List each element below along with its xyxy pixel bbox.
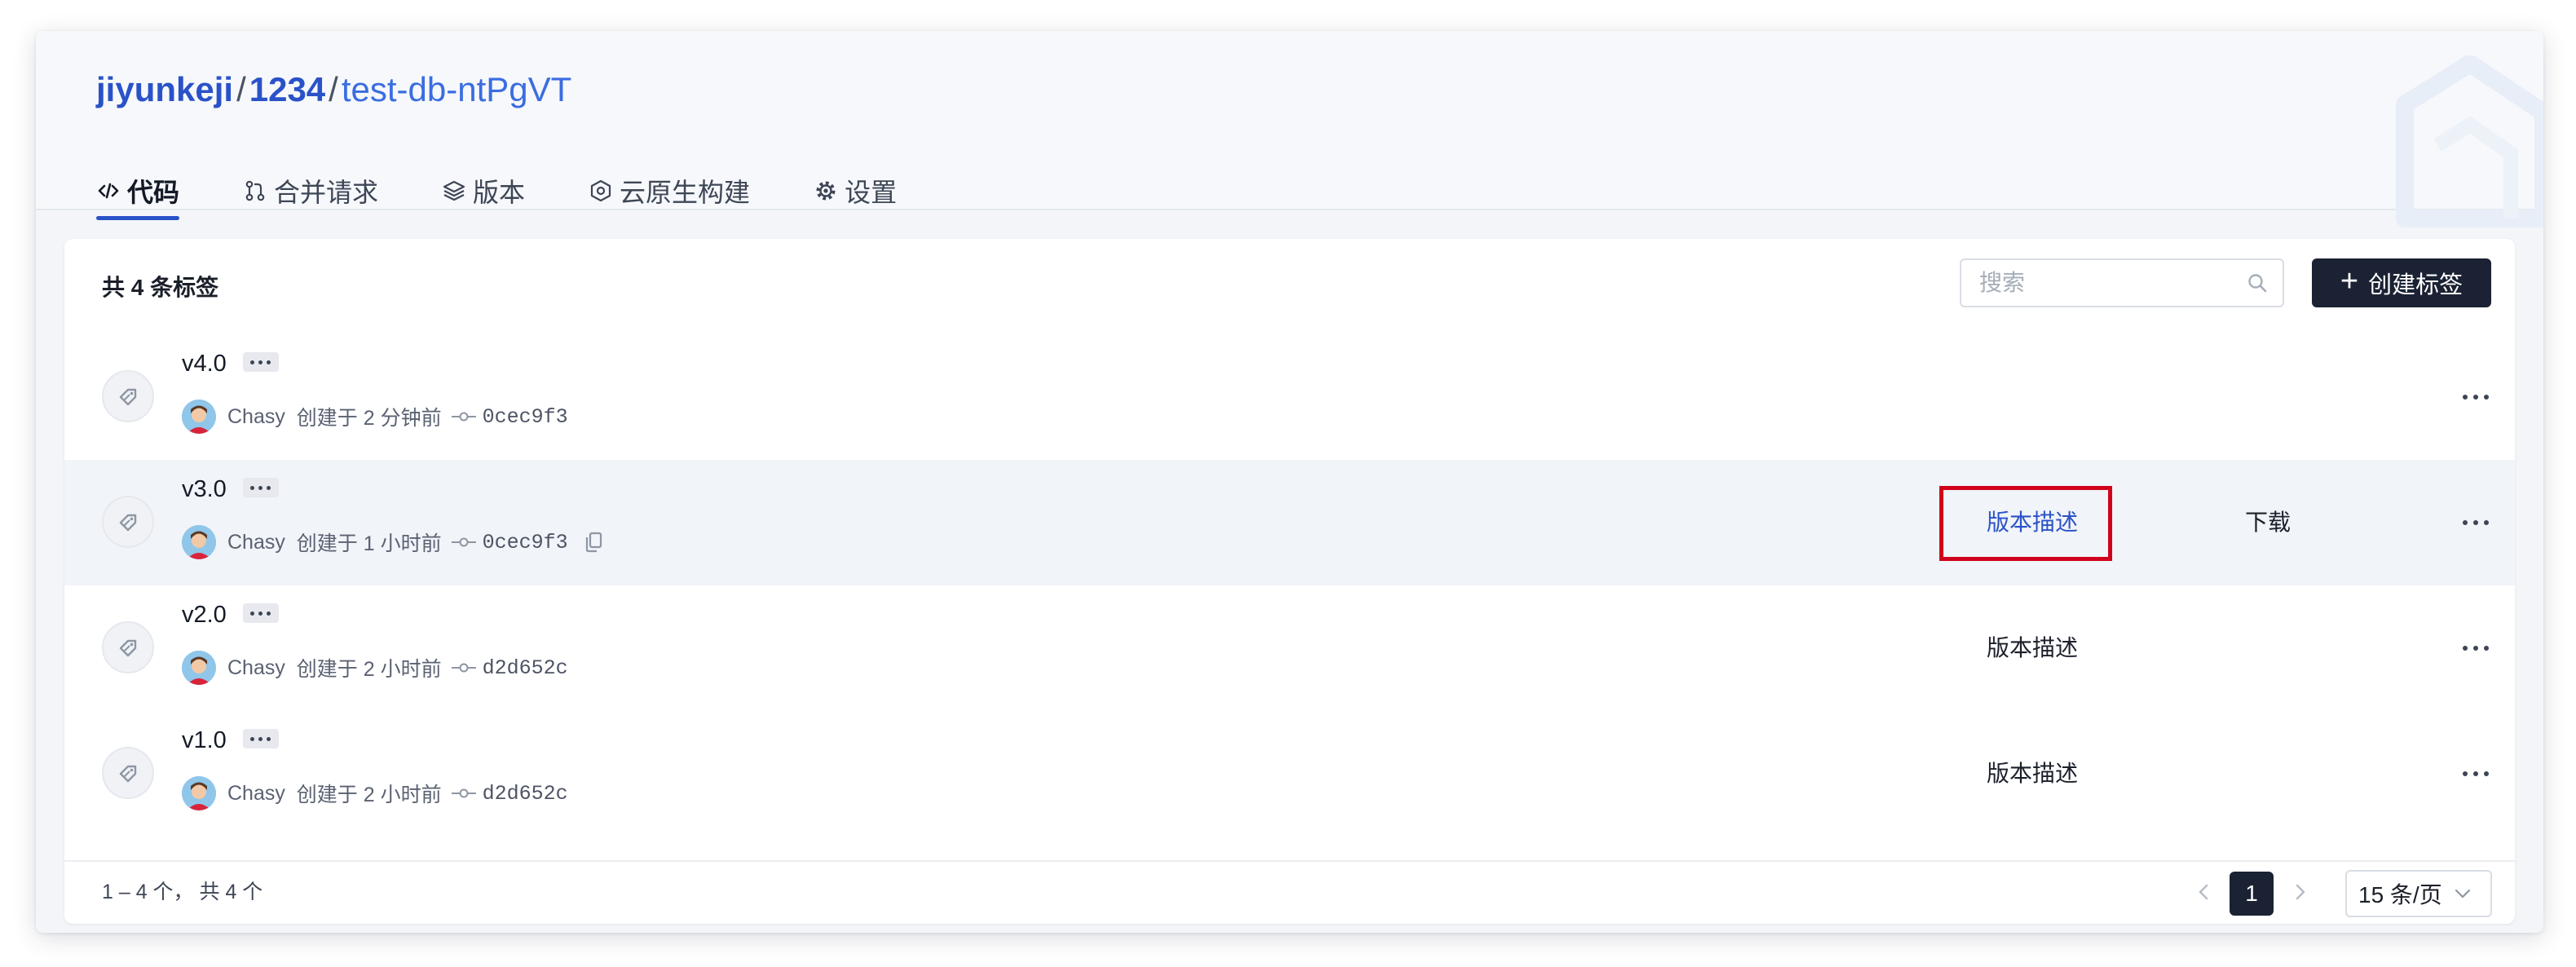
chevron-down-icon (2455, 889, 2470, 899)
chevron-left-icon[interactable] (2192, 880, 2217, 904)
breadcrumb-group-link[interactable]: 1234 (249, 70, 325, 108)
tag-row[interactable]: v3.0 Chasy 创建于 1 小时前 0cec9f3 版本描述 下载 (64, 460, 2515, 585)
author-name[interactable]: Chasy (227, 656, 285, 680)
commit-sha[interactable]: 0cec9f3 (483, 405, 568, 429)
author-name[interactable]: Chasy (227, 782, 285, 806)
commit-icon (451, 663, 476, 673)
tab-code[interactable]: 代码 (96, 171, 180, 220)
breadcrumb-separator: / (236, 70, 246, 108)
commit-sha[interactable]: d2d652c (483, 656, 568, 680)
tag-row[interactable]: v2.0 Chasy 创建于 2 小时前 d2d652c 版本描述 (64, 585, 2515, 711)
author-name[interactable]: Chasy (227, 531, 285, 554)
commit-icon (451, 788, 476, 798)
tag-name[interactable]: v1.0 (182, 724, 279, 757)
created-time: 创建于 1 小时前 (296, 532, 442, 555)
release-description-link[interactable]: 版本描述 (1987, 756, 2078, 792)
breadcrumb-owner-link[interactable]: jiyunkeji (96, 70, 233, 108)
code-icon (98, 183, 119, 199)
created-time: 创建于 2 小时前 (296, 784, 442, 806)
tag-meta: Chasy 创建于 2 分钟前 0cec9f3 (182, 400, 568, 434)
page-number-current[interactable]: 1 (2230, 872, 2274, 916)
pagination-bar: 1 – 4 个， 共 4 个 1 15 条/页 (64, 860, 2515, 924)
repo-header: jiyunkeji/1234/test-db-ntPgVT 代码 合并请求 版本… (36, 31, 2543, 227)
plus-icon: + (2340, 264, 2359, 298)
tag-icon-wrapper (102, 621, 154, 673)
commit-sha[interactable]: 0cec9f3 (483, 531, 568, 554)
layers-icon (443, 180, 465, 201)
tag-name-text: v4.0 (182, 351, 227, 377)
tag-name-text: v2.0 (182, 602, 227, 628)
create-tag-label: 创建标签 (2368, 272, 2464, 298)
more-actions-icon[interactable] (2459, 384, 2492, 408)
tag-icon-wrapper (102, 747, 154, 799)
tag-icon (119, 765, 137, 783)
tag-icon (119, 514, 137, 532)
breadcrumb-separator: / (329, 70, 338, 108)
tag-name[interactable]: v3.0 (182, 473, 279, 506)
tag-meta: Chasy 创建于 2 小时前 d2d652c (182, 776, 568, 810)
tag-row[interactable]: v1.0 Chasy 创建于 2 小时前 d2d652c 版本描述 (64, 711, 2515, 837)
tab-releases-label: 版本 (473, 178, 526, 207)
decorative-logo-icon (2396, 55, 2543, 227)
tab-merge-requests[interactable]: 合并请求 (243, 171, 378, 210)
pagination-range: 1 – 4 个， 共 4 个 (102, 881, 263, 903)
tag-name[interactable]: v4.0 (182, 347, 279, 380)
tag-name-text: v1.0 (182, 727, 227, 753)
page-size-value: 15 条/页 (2358, 882, 2442, 907)
tag-icon-wrapper (102, 496, 154, 548)
search-box (1960, 258, 2284, 307)
tag-icon (119, 639, 137, 657)
avatar (182, 651, 216, 685)
tag-message-toggle[interactable] (242, 352, 279, 373)
download-link[interactable]: 下载 (2245, 505, 2291, 541)
tag-message-toggle[interactable] (242, 603, 279, 624)
chevron-right-icon[interactable] (2287, 880, 2312, 904)
tab-cloud-native-build[interactable]: 云原生构建 (589, 171, 750, 210)
more-actions-icon[interactable] (2459, 510, 2492, 534)
commit-sha[interactable]: d2d652c (483, 782, 568, 806)
page-size-select[interactable]: 15 条/页 (2345, 870, 2492, 917)
tag-meta: Chasy 创建于 2 小时前 d2d652c (182, 651, 568, 685)
tag-icon (119, 388, 137, 406)
gear-icon (816, 181, 836, 201)
repo-tabs: 代码 合并请求 版本 云原生构建 设置 (96, 171, 960, 220)
tag-name-text: v3.0 (182, 476, 227, 502)
created-time: 创建于 2 小时前 (296, 658, 442, 681)
commit-icon (451, 412, 476, 422)
tab-code-label: 代码 (127, 178, 180, 207)
tab-cloud-native-build-label: 云原生构建 (620, 178, 751, 207)
tag-icon-wrapper (102, 370, 154, 422)
merge-request-icon (245, 180, 265, 201)
tag-name[interactable]: v2.0 (182, 598, 279, 631)
cloud-build-icon (590, 179, 611, 202)
search-input[interactable] (1979, 260, 2240, 306)
tab-settings[interactable]: 设置 (814, 171, 897, 210)
tag-row[interactable]: v4.0 Chasy 创建于 2 分钟前 0cec9f3 (64, 334, 2515, 460)
breadcrumb-repo-link[interactable]: test-db-ntPgVT (342, 70, 571, 108)
release-description-link[interactable]: 版本描述 (1987, 630, 2078, 666)
breadcrumb: jiyunkeji/1234/test-db-ntPgVT (96, 68, 571, 111)
tab-releases[interactable]: 版本 (442, 171, 525, 210)
tag-meta: Chasy 创建于 1 小时前 0cec9f3 (182, 525, 602, 559)
more-actions-icon[interactable] (2459, 761, 2492, 785)
tag-message-toggle[interactable] (242, 729, 279, 749)
avatar (182, 400, 216, 434)
tab-merge-requests-label: 合并请求 (274, 178, 379, 207)
tab-settings-label: 设置 (845, 178, 898, 207)
tag-message-toggle[interactable] (242, 478, 279, 498)
tag-list-card: 共 4 条标签 + 创建标签 v4.0 Chasy 创建于 2 分钟前 0cec… (64, 239, 2515, 924)
avatar (182, 776, 216, 810)
release-description-link[interactable]: 版本描述 (1987, 505, 2078, 541)
app-window: jiyunkeji/1234/test-db-ntPgVT 代码 合并请求 版本… (36, 31, 2543, 933)
avatar (182, 525, 216, 559)
commit-icon (451, 537, 476, 547)
tag-count: 共 4 条标签 (102, 275, 219, 300)
more-actions-icon[interactable] (2459, 635, 2492, 660)
author-name[interactable]: Chasy (227, 405, 285, 429)
copy-icon[interactable] (584, 532, 602, 553)
search-icon[interactable] (2247, 272, 2268, 294)
created-time: 创建于 2 分钟前 (296, 407, 442, 430)
create-tag-button[interactable]: + 创建标签 (2312, 258, 2491, 307)
